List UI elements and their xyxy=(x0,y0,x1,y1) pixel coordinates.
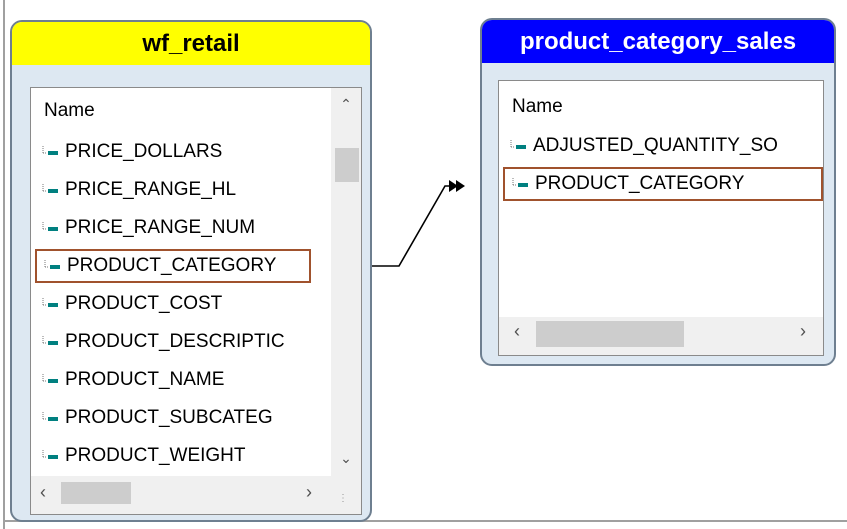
field-icon xyxy=(42,450,58,459)
table-title-text: wf_retail xyxy=(142,29,240,57)
field-icon xyxy=(42,146,58,155)
field-list-product-category-sales[interactable]: Name ADJUSTED_QUANTITY_SO PRODUCT_CATEGOR… xyxy=(498,80,824,356)
field-row[interactable]: PRICE_RANGE_HL xyxy=(35,173,311,207)
field-label: PRODUCT_NAME xyxy=(65,369,225,390)
horizontal-scrollbar[interactable]: ‹ › ⋮ xyxy=(31,476,361,514)
column-header-name: Name xyxy=(44,100,95,121)
scroll-left-icon[interactable]: ‹ xyxy=(507,321,527,341)
join-line[interactable] xyxy=(372,185,462,267)
field-list-wf-retail[interactable]: Name PRICE_DOLLARS PRICE_RANGE_HL PRICE_RA… xyxy=(30,87,362,515)
field-icon xyxy=(42,374,58,383)
field-row[interactable]: PRICE_DOLLARS xyxy=(35,135,311,169)
horizontal-scrollbar[interactable]: ‹ › xyxy=(499,317,823,355)
field-icon xyxy=(42,412,58,421)
horizontal-scroll-thumb[interactable] xyxy=(61,482,131,504)
table-wf-retail[interactable]: wf_retail Name PRICE_DOLLARS PRICE_RANGE_… xyxy=(10,20,372,522)
field-row[interactable]: PRODUCT_NAME xyxy=(35,363,311,397)
field-label: PRODUCT_CATEGORY xyxy=(535,173,745,194)
field-label: PRODUCT_COST xyxy=(65,293,223,314)
field-row[interactable]: PRODUCT_COST xyxy=(35,287,311,321)
canvas-frame-left xyxy=(3,0,5,529)
scroll-right-icon[interactable]: › xyxy=(299,482,319,502)
field-label: ADJUSTED_QUANTITY_SO xyxy=(533,135,778,156)
table-title-wf-retail[interactable]: wf_retail xyxy=(12,22,370,65)
column-header-name: Name xyxy=(512,96,563,117)
scroll-right-icon[interactable]: › xyxy=(793,321,813,341)
field-icon xyxy=(512,178,528,187)
field-row[interactable]: PRODUCT_DESCRIPTIC xyxy=(35,325,311,359)
field-row[interactable]: PRODUCT_WEIGHT xyxy=(35,439,311,473)
field-icon xyxy=(42,222,58,231)
scroll-left-icon[interactable]: ‹ xyxy=(33,482,53,502)
field-icon xyxy=(44,260,60,269)
field-label: PRICE_RANGE_NUM xyxy=(65,217,256,238)
table-title-product-category-sales[interactable]: product_category_sales xyxy=(482,20,834,63)
field-row[interactable]: PRODUCT_CATEGORY xyxy=(35,249,311,283)
field-icon xyxy=(42,184,58,193)
horizontal-scroll-thumb[interactable] xyxy=(536,321,684,347)
table-title-text: product_category_sales xyxy=(519,27,797,55)
join-arrow-icon xyxy=(449,180,458,192)
field-label: PRODUCT_WEIGHT xyxy=(65,445,246,466)
vertical-scroll-thumb[interactable] xyxy=(335,148,359,182)
field-icon xyxy=(510,140,526,149)
resize-grip-icon[interactable]: ⋮ xyxy=(333,488,353,508)
field-label: PRICE_DOLLARS xyxy=(65,141,223,162)
field-label: PRODUCT_DESCRIPTIC xyxy=(65,331,285,352)
scroll-up-icon[interactable]: ⌃ xyxy=(336,94,356,114)
field-row[interactable]: PRODUCT_SUBCATEG xyxy=(35,401,311,435)
field-label: PRODUCT_SUBCATEG xyxy=(65,407,273,428)
field-label: PRODUCT_CATEGORY xyxy=(67,255,277,276)
table-product-category-sales[interactable]: product_category_sales Name ADJUSTED_QUA… xyxy=(480,18,836,366)
scroll-down-icon[interactable]: ⌄ xyxy=(336,448,356,468)
field-icon xyxy=(42,298,58,307)
field-row[interactable]: ADJUSTED_QUANTITY_SO xyxy=(503,129,823,163)
field-row[interactable]: PRICE_RANGE_NUM xyxy=(35,211,311,245)
field-row[interactable]: PRODUCT_CATEGORY xyxy=(503,167,823,201)
join-arrow-icon xyxy=(456,180,465,192)
vertical-scrollbar[interactable]: ⌃ ⌄ xyxy=(331,88,361,476)
field-icon xyxy=(42,336,58,345)
field-label: PRICE_RANGE_HL xyxy=(65,179,237,200)
